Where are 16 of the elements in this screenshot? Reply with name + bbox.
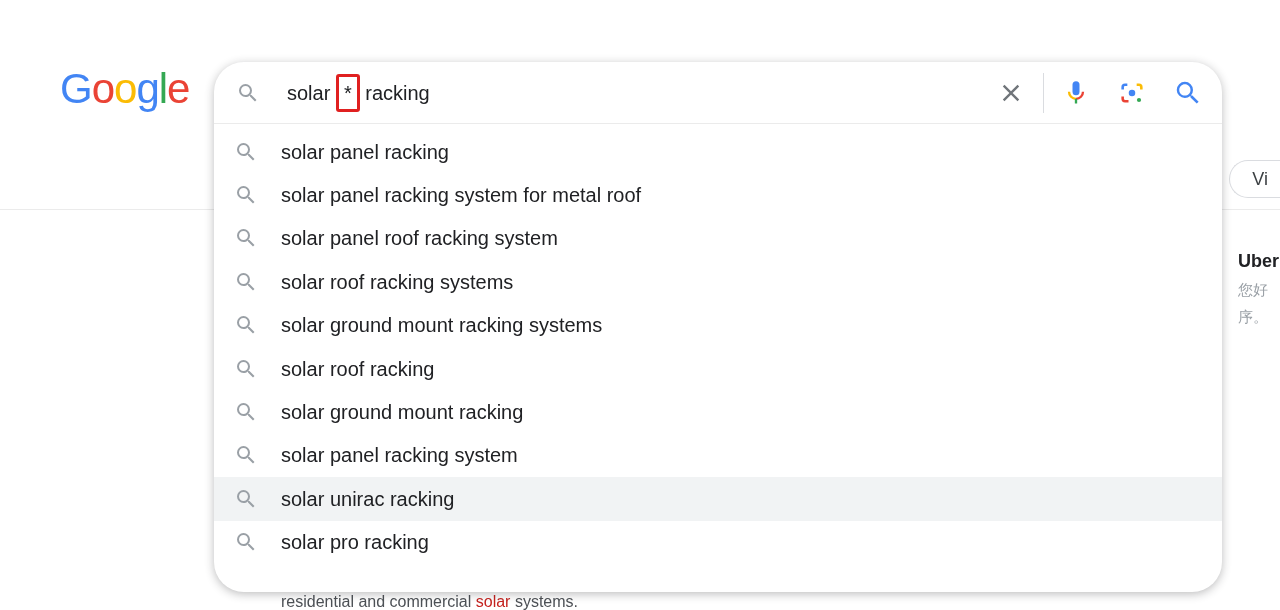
suggestion-item[interactable]: solar pro racking (214, 520, 1222, 564)
suggestion-item[interactable]: solar ground mount racking systems (214, 303, 1222, 347)
card-text: 您好 (1238, 280, 1269, 301)
suggestion-item[interactable]: solar panel racking system (214, 433, 1222, 478)
suggestion-item[interactable]: solar panel racking (214, 130, 1222, 174)
suggestion-item[interactable]: solar roof racking (214, 346, 1222, 391)
suggestion-item[interactable]: solar unirac racking (214, 477, 1222, 521)
search-field[interactable]: solar * racking (287, 73, 995, 112)
card-text: 序。 (1238, 306, 1269, 328)
suggestion-item[interactable]: solar panel racking system for metal roof (214, 173, 1222, 217)
google-logo[interactable]: Google (60, 68, 190, 110)
result-snippet: residential and commercial solar systems. (281, 593, 578, 610)
suggestion-item[interactable]: solar ground mount racking (214, 390, 1222, 434)
card-title: Uber (1238, 250, 1280, 273)
suggestion-item[interactable]: solar roof racking systems (214, 260, 1222, 304)
suggestion-item[interactable]: solar panel roof racking system (214, 216, 1222, 261)
